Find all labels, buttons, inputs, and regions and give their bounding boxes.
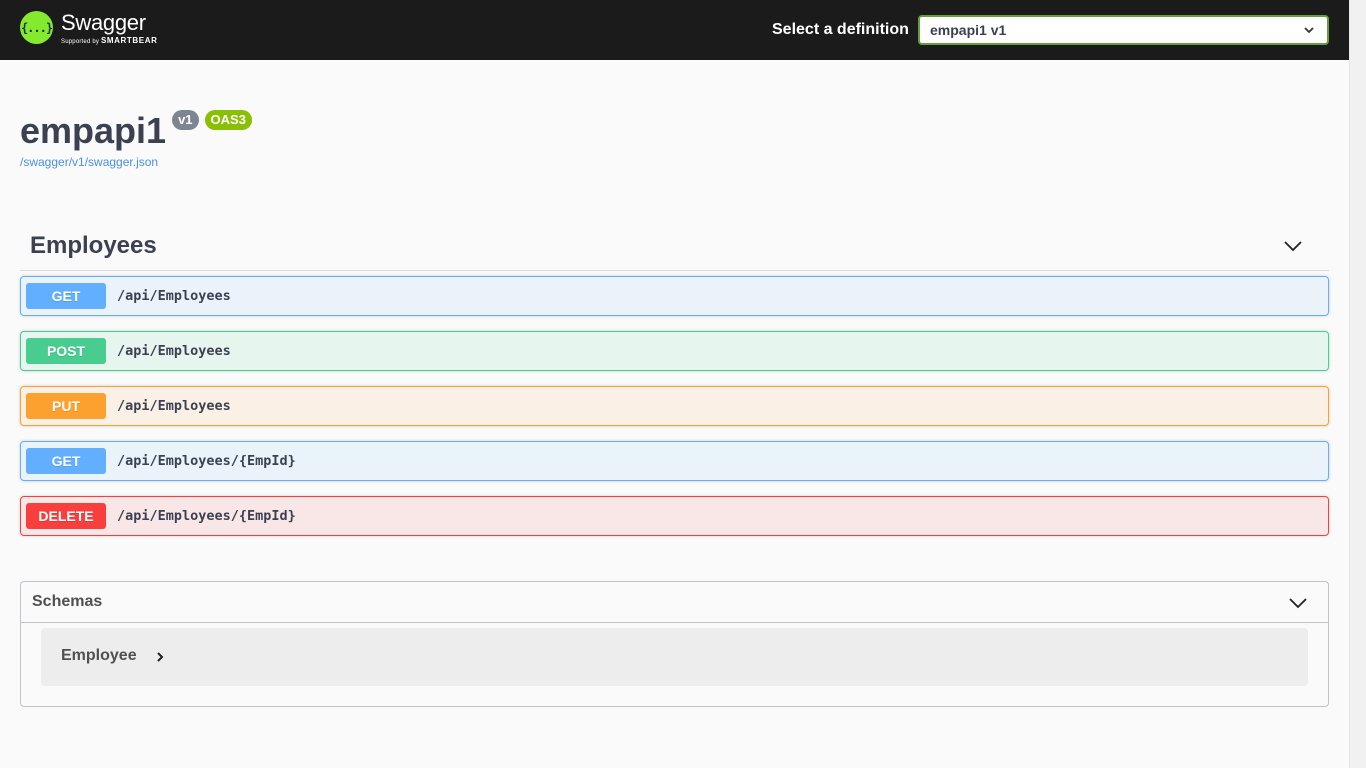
spec-url-link[interactable]: /swagger/v1/swagger.json bbox=[20, 155, 158, 169]
schemas-title: Schemas bbox=[32, 593, 103, 610]
definition-label: Select a definition bbox=[772, 21, 909, 38]
logo-sub-brand: SMARTBEAR bbox=[100, 36, 158, 45]
operation-path: /api/Employees bbox=[117, 398, 231, 414]
model-name: Employee bbox=[61, 647, 137, 664]
operation-path: /api/Employees bbox=[117, 288, 231, 304]
schemas-header[interactable]: Schemas bbox=[21, 582, 1328, 623]
logo-name: Swagger bbox=[61, 10, 146, 35]
oas-badge: OAS3 bbox=[204, 110, 252, 130]
method-badge: DELETE bbox=[26, 503, 106, 529]
schemas-section: Schemas Employee bbox=[20, 581, 1329, 707]
vertical-scrollbar[interactable] bbox=[1349, 0, 1366, 768]
opblock-put-employees[interactable]: PUT /api/Employees bbox=[20, 386, 1329, 426]
method-badge: POST bbox=[26, 338, 106, 364]
chevron-right-icon[interactable] bbox=[154, 650, 166, 664]
api-title-row: empapi1 v1 OAS3 bbox=[20, 110, 252, 152]
opblock-post-employees[interactable]: POST /api/Employees bbox=[20, 331, 1329, 371]
opblock-delete-employee-by-id[interactable]: DELETE /api/Employees/{EmpId} bbox=[20, 496, 1329, 536]
method-badge: PUT bbox=[26, 393, 106, 419]
logo-text: Swagger Supported by SMARTBEAR bbox=[61, 11, 157, 46]
chevron-down-icon bbox=[1304, 27, 1314, 34]
opblock-get-employees[interactable]: GET /api/Employees bbox=[20, 276, 1329, 316]
logo-subtitle: Supported by SMARTBEAR bbox=[61, 37, 157, 46]
operation-path: /api/Employees bbox=[117, 343, 231, 359]
chevron-down-icon[interactable] bbox=[1283, 236, 1303, 256]
chevron-down-icon[interactable] bbox=[1288, 593, 1308, 613]
method-badge: GET bbox=[26, 283, 106, 309]
version-badge: v1 bbox=[172, 110, 199, 130]
opblock-get-employee-by-id[interactable]: GET /api/Employees/{EmpId} bbox=[20, 441, 1329, 481]
method-badge: GET bbox=[26, 448, 106, 474]
operation-path: /api/Employees/{EmpId} bbox=[117, 508, 296, 524]
definition-select[interactable]: empapi1 v1 bbox=[918, 15, 1329, 45]
logo-sub-prefix: Supported by bbox=[61, 39, 100, 45]
definition-select-value: empapi1 v1 bbox=[930, 22, 1007, 38]
swagger-logo[interactable]: {...} Swagger Supported by SMARTBEAR bbox=[20, 11, 157, 46]
topbar: {...} Swagger Supported by SMARTBEAR Sel… bbox=[0, 0, 1349, 60]
operation-path: /api/Employees/{EmpId} bbox=[117, 453, 296, 469]
tag-header-employees[interactable]: Employees bbox=[20, 225, 1329, 271]
tag-title: Employees bbox=[30, 232, 157, 259]
model-employee[interactable]: Employee bbox=[41, 628, 1308, 686]
swagger-logo-icon: {...} bbox=[20, 11, 53, 44]
api-title: empapi1 bbox=[20, 110, 167, 151]
